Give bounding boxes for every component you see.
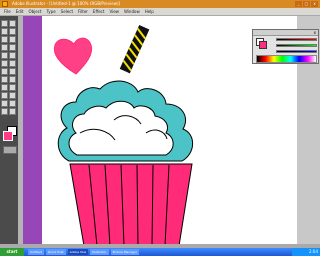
magic-wand-tool-icon[interactable]: [1, 28, 8, 35]
taskbar-task-list: Untitled Quick Post Adobe Illus Illustra…: [28, 249, 139, 255]
taskbar-item[interactable]: Untitled: [28, 249, 44, 255]
taskbar-item-active[interactable]: Adobe Illus: [67, 249, 89, 255]
blue-slider[interactable]: [276, 50, 317, 53]
purple-artwork-bar: [23, 16, 42, 244]
panel-close-icon[interactable]: x: [314, 30, 316, 35]
fill-color-swatch[interactable]: [3, 131, 13, 141]
heart-icon: [53, 37, 93, 75]
tools-panel: [0, 16, 18, 244]
zoom-tool-icon[interactable]: [9, 108, 16, 115]
straw-icon: [119, 24, 150, 74]
panel-fill-swatch[interactable]: [259, 41, 267, 49]
menu-select[interactable]: Select: [61, 8, 73, 15]
menu-filter[interactable]: Filter: [78, 8, 88, 15]
taskbar-item[interactable]: Illustrator: [90, 249, 109, 255]
menu-window[interactable]: Window: [124, 8, 140, 15]
title-bar: Adobe Illustrator - [Untitled-1 @ 100% (…: [0, 0, 320, 8]
maximize-button[interactable]: □: [303, 1, 310, 7]
free-transform-tool-icon[interactable]: [9, 68, 16, 75]
slice-tool-icon[interactable]: [1, 100, 8, 107]
hand-tool-icon[interactable]: [1, 108, 8, 115]
window-title: Adobe Illustrator - [Untitled-1 @ 100% (…: [12, 1, 121, 6]
scissors-tool-icon[interactable]: [9, 100, 16, 107]
menu-object[interactable]: Object: [28, 8, 41, 15]
type-tool-icon[interactable]: [9, 36, 16, 43]
rectangle-tool-icon[interactable]: [9, 44, 16, 51]
menu-bar: File Edit Object Type Select Filter Effe…: [0, 8, 320, 16]
graph-tool-icon[interactable]: [9, 76, 16, 83]
menu-effect[interactable]: Effect: [93, 8, 105, 15]
taskbar-item[interactable]: Quick Post: [45, 249, 66, 255]
scale-tool-icon[interactable]: [9, 60, 16, 67]
menu-type[interactable]: Type: [46, 8, 55, 15]
blend-tool-icon[interactable]: [9, 92, 16, 99]
illustrator-app-icon: [2, 1, 8, 7]
screen-mode-button[interactable]: [3, 146, 17, 154]
paintbrush-tool-icon[interactable]: [1, 52, 8, 59]
menu-view[interactable]: View: [109, 8, 119, 15]
rotate-tool-icon[interactable]: [1, 60, 8, 67]
line-tool-icon[interactable]: [1, 44, 8, 51]
minimize-button[interactable]: _: [295, 1, 302, 7]
green-slider[interactable]: [276, 44, 317, 47]
color-spectrum[interactable]: [256, 55, 317, 63]
color-panel[interactable]: x: [252, 29, 319, 64]
red-slider[interactable]: [276, 38, 317, 41]
pen-tool-icon[interactable]: [1, 36, 8, 43]
warp-tool-icon[interactable]: [1, 68, 8, 75]
menu-edit[interactable]: Edit: [16, 8, 24, 15]
lasso-tool-icon[interactable]: [9, 28, 16, 35]
cupcake-base-icon: [69, 163, 193, 244]
tool-grid: [1, 20, 17, 115]
menu-file[interactable]: File: [4, 8, 11, 15]
mesh-tool-icon[interactable]: [1, 84, 8, 91]
color-panel-header: x: [253, 30, 318, 36]
frosting-icon: [57, 80, 194, 162]
selection-tool-icon[interactable]: [1, 20, 8, 27]
window-controls: _ □ x: [295, 1, 318, 7]
start-button[interactable]: start: [0, 248, 24, 256]
symbol-sprayer-tool-icon[interactable]: [1, 76, 8, 83]
taskbar-item[interactable]: Picture Manager: [110, 249, 139, 255]
eyedropper-tool-icon[interactable]: [1, 92, 8, 99]
pencil-tool-icon[interactable]: [9, 52, 16, 59]
system-tray-clock: 2:04: [292, 248, 320, 256]
windows-taskbar: start Untitled Quick Post Adobe Illus Il…: [0, 248, 320, 256]
direct-selection-tool-icon[interactable]: [9, 20, 16, 27]
menu-help[interactable]: Help: [145, 8, 154, 15]
close-button[interactable]: x: [311, 1, 318, 7]
gradient-tool-icon[interactable]: [9, 84, 16, 91]
